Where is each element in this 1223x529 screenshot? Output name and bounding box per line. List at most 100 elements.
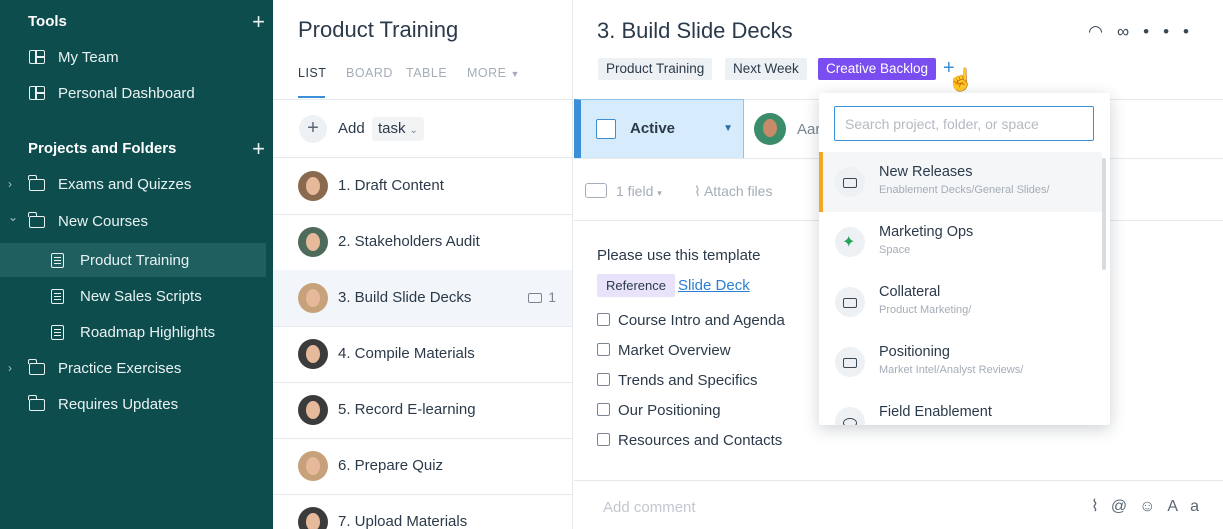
location-option-collateral[interactable]: Collateral Product Marketing/ <box>819 272 1102 332</box>
task-row[interactable]: 2. Stakeholders Audit <box>273 214 572 270</box>
location-option-new-releases[interactable]: New Releases Enablement Decks/General Sl… <box>819 152 1102 212</box>
task-row[interactable]: 5. Record E-learning <box>273 382 572 438</box>
checkbox[interactable] <box>597 313 610 326</box>
task-title: 6. Prepare Quiz <box>338 457 444 474</box>
location-option-field-enablement[interactable]: Field Enablement <box>819 392 1102 425</box>
status-select[interactable]: Active ▼ <box>574 99 744 159</box>
tag-creative-backlog[interactable]: Creative Backlog <box>818 58 937 80</box>
caret-down-icon: ▼ <box>723 123 733 134</box>
checklist-item[interactable]: Trends and Specifics <box>597 372 758 389</box>
description-text: Please use this template <box>597 247 761 264</box>
add-tool-plus-icon[interactable]: + <box>252 11 265 33</box>
sidebar-item-exams-and-quizzes[interactable]: › Exams and Quizzes <box>0 167 266 201</box>
active-tab-indicator <box>298 96 325 98</box>
tab-board[interactable]: BOARD <box>346 66 393 80</box>
add-task-plus-icon[interactable]: + <box>299 115 327 143</box>
checklist-label: Resources and Contacts <box>618 432 783 449</box>
avatar <box>298 283 328 313</box>
emoji-icon[interactable]: ☺ <box>1139 498 1167 515</box>
sidebar-item-new-courses[interactable]: ⌄ New Courses <box>0 204 266 238</box>
tab-more[interactable]: MORE ▼ <box>467 66 520 80</box>
checkbox[interactable] <box>597 403 610 416</box>
avatar <box>298 227 328 257</box>
folder-icon <box>835 167 865 197</box>
chevron-right-icon[interactable]: › <box>8 177 12 191</box>
task-row[interactable]: 1. Draft Content <box>273 158 572 214</box>
custom-fields-toggle[interactable]: 1 field ▾ <box>616 183 662 199</box>
sidebar-item-label: Exams and Quizzes <box>58 175 192 193</box>
task-row[interactable]: 4. Compile Materials <box>273 326 572 382</box>
add-project-plus-icon[interactable]: + <box>252 138 265 160</box>
location-search-input[interactable] <box>834 106 1094 141</box>
custom-field-icon <box>585 183 607 198</box>
checkbox[interactable] <box>597 433 610 446</box>
sidebar-item-personal-dashboard[interactable]: Personal Dashboard <box>0 76 266 110</box>
project-icon <box>51 324 64 340</box>
location-option-marketing-ops[interactable]: ✦ Marketing Ops Space <box>819 212 1102 272</box>
dashboard-icon <box>29 86 45 100</box>
chevron-down-icon: ▼ <box>510 69 520 79</box>
assignee-avatar[interactable] <box>754 113 786 145</box>
tag-next-week[interactable]: Next Week <box>725 58 807 80</box>
sidebar-item-label: My Team <box>58 48 119 66</box>
sidebar-item-roadmap-highlights[interactable]: Roadmap Highlights <box>0 315 266 349</box>
rss-icon[interactable]: ◠ <box>1088 22 1117 41</box>
subfolder-count-value: 1 <box>548 289 556 305</box>
avatar <box>298 507 328 529</box>
text-format-icon[interactable]: Aa <box>1167 498 1211 515</box>
checklist-item[interactable]: Course Intro and Agenda <box>597 312 785 329</box>
folder-icon <box>28 175 45 191</box>
tab-list[interactable]: LIST <box>298 66 326 80</box>
sidebar-item-label: Practice Exercises <box>58 359 182 377</box>
chevron-down-icon[interactable]: ⌄ <box>8 210 18 224</box>
location-name: New Releases <box>879 164 973 180</box>
sidebar-item-requires-updates[interactable]: Requires Updates <box>0 387 266 421</box>
chevron-down-icon: ⌄ <box>409 125 418 136</box>
dropdown-scrollbar[interactable] <box>1102 158 1106 270</box>
tab-table[interactable]: TABLE <box>406 66 447 80</box>
task-detail-title[interactable]: 3. Build Slide Decks <box>597 18 793 44</box>
location-option-positioning[interactable]: Positioning Market Intel/Analyst Reviews… <box>819 332 1102 392</box>
slide-deck-link[interactable]: Slide Deck <box>678 277 750 294</box>
task-title: 2. Stakeholders Audit <box>338 233 480 250</box>
divider <box>574 480 1223 481</box>
task-list-panel: Product Training LIST BOARD TABLE MORE ▼… <box>273 0 573 529</box>
sidebar-item-my-team[interactable]: My Team <box>0 40 266 74</box>
location-path: Market Intel/Analyst Reviews/ <box>879 364 1024 376</box>
comment-toolbar: ⌇@☺Aa <box>1091 496 1211 516</box>
task-type-select[interactable]: task ⌄ <box>372 117 424 141</box>
dashboard-icon <box>29 50 45 64</box>
attach-files-button[interactable]: ⌇ Attach files <box>694 183 772 200</box>
checkbox[interactable] <box>597 343 610 356</box>
chevron-right-icon[interactable]: › <box>8 361 12 375</box>
mention-icon[interactable]: @ <box>1111 498 1139 515</box>
sidebar-item-new-sales-scripts[interactable]: New Sales Scripts <box>0 279 266 313</box>
task-title: 4. Compile Materials <box>338 345 475 362</box>
project-icon <box>51 288 64 304</box>
fields-label: 1 field <box>616 183 654 199</box>
paperclip-icon[interactable]: ⌇ <box>1091 498 1111 515</box>
sidebar-item-practice-exercises[interactable]: › Practice Exercises <box>0 351 266 385</box>
reference-tag: Reference <box>597 274 675 297</box>
status-checkbox[interactable] <box>596 119 616 139</box>
add-task-label[interactable]: Add <box>338 120 365 137</box>
checkbox[interactable] <box>597 373 610 386</box>
subfolder-count: 1 <box>528 289 556 305</box>
folder-icon <box>28 395 45 411</box>
task-row[interactable]: 6. Prepare Quiz <box>273 438 572 494</box>
comment-input[interactable]: Add comment <box>603 499 696 516</box>
assignee-name[interactable]: Aar <box>797 121 820 138</box>
chevron-down-icon: ▾ <box>657 188 662 198</box>
sidebar-item-product-training[interactable]: Product Training <box>0 243 266 277</box>
checklist-item[interactable]: Resources and Contacts <box>597 432 782 449</box>
task-title: 5. Record E-learning <box>338 401 476 418</box>
task-row-selected[interactable]: 3. Build Slide Decks 1 <box>273 270 572 326</box>
tag-product-training[interactable]: Product Training <box>598 58 713 80</box>
link-icon[interactable]: ∞ <box>1117 22 1143 41</box>
checklist-item[interactable]: Market Overview <box>597 342 731 359</box>
task-row[interactable]: 7. Upload Materials <box>273 494 572 529</box>
more-icon[interactable]: ••• <box>1143 22 1203 41</box>
sidebar-item-label: Product Training <box>80 251 190 269</box>
checklist-label: Trends and Specifics <box>618 372 758 389</box>
checklist-item[interactable]: Our Positioning <box>597 402 721 419</box>
